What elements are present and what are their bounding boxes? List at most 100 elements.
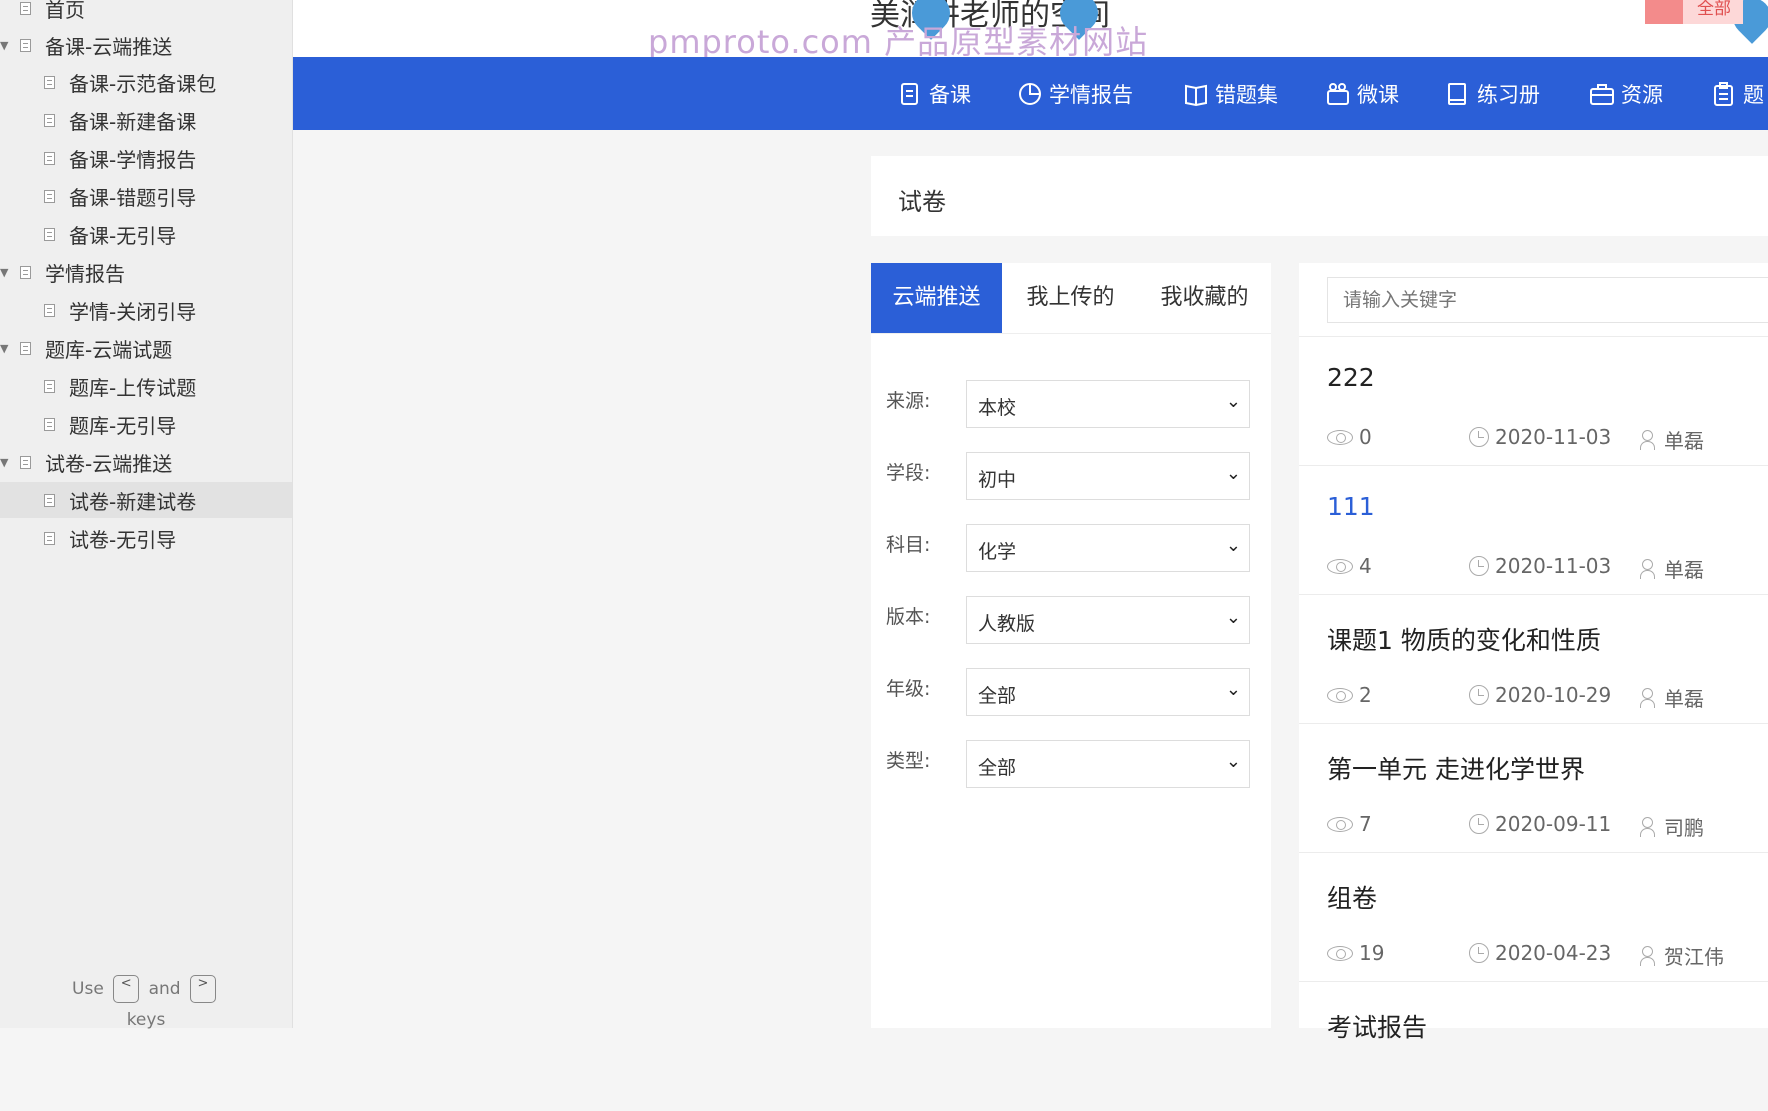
sidebar-item-prep-cloud[interactable]: ▼ 备课-云端推送 (0, 27, 292, 63)
filter-edition: 版本: 人教版 ⌄ (871, 596, 1271, 646)
tab-my-uploads[interactable]: 我上传的 (1005, 263, 1136, 333)
expand-arrow-icon[interactable]: ▼ (0, 342, 8, 355)
sidebar-item-study-report[interactable]: ▼ 学情报告 (0, 254, 292, 290)
eye-icon (1327, 816, 1353, 832)
view-count-value: 2 (1359, 683, 1372, 707)
nav-item-microlesson[interactable]: 微课 (1325, 57, 1399, 130)
sidebar-item-study-close[interactable]: 学情-关闭引导 (0, 292, 292, 328)
subject-select[interactable]: 化学 ⌄ (966, 524, 1250, 572)
view-count-value: 19 (1359, 941, 1385, 965)
item-title[interactable]: 222 (1327, 363, 1375, 392)
sidebar-item-label: 题库-云端试题 (45, 337, 173, 362)
eye-icon (1327, 558, 1353, 574)
sidebar-item-prep-demo[interactable]: 备课-示范备课包 (0, 64, 292, 100)
sidebar-item-label: 首页 (45, 0, 85, 22)
nav-item-prep[interactable]: 备课 (897, 57, 971, 130)
sidebar-item-prep-noguide[interactable]: 备课-无引导 (0, 216, 292, 252)
item-title[interactable]: 组卷 (1327, 879, 1377, 915)
sidebar-item-prep-errors[interactable]: 备课-错题引导 (0, 178, 292, 214)
hint-text: Use (72, 979, 104, 999)
hint-text: keys (126, 1010, 166, 1030)
main-nav: 备课 学情报告 错题集 微课 练习册 资源 题 (293, 57, 1768, 130)
item-title[interactable]: 课题1 物质的变化和性质 (1327, 621, 1601, 657)
chevron-down-icon: ⌄ (1225, 679, 1241, 700)
clock-icon (1469, 427, 1489, 447)
prev-key-icon: < (113, 975, 140, 1003)
page-icon (20, 341, 31, 355)
sidebar-item-paper-noguide[interactable]: 试卷-无引导 (0, 520, 292, 556)
sidebar-item-label: 备课-无引导 (69, 223, 177, 248)
list-item[interactable]: 课题1 物质的变化和性质 2 2020-10-29 单磊 (1299, 594, 1768, 724)
item-title[interactable]: 111 (1327, 492, 1375, 521)
content-header: 试卷 (871, 156, 1768, 236)
date: 2020-11-03 (1469, 425, 1611, 449)
date-value: 2020-04-23 (1495, 941, 1612, 965)
grade-select[interactable]: 全部 ⌄ (966, 668, 1250, 716)
author-value: 单磊 (1664, 429, 1704, 453)
page-icon (44, 113, 55, 127)
tab-cloud-push[interactable]: 云端推送 (871, 263, 1002, 333)
source-select[interactable]: 本校 ⌄ (966, 380, 1250, 428)
type-select[interactable]: 全部 ⌄ (966, 740, 1250, 788)
item-title[interactable]: 第一单元 走进化学世界 (1327, 750, 1585, 786)
sidebar-item-paper-cloud[interactable]: ▼ 试卷-云端推送 (0, 444, 292, 480)
nav-item-resources[interactable]: 资源 (1589, 57, 1663, 130)
author: 单磊 (1640, 425, 1704, 454)
filter-label: 来源: (886, 390, 931, 412)
sidebar-item-prep-report[interactable]: 备课-学情报告 (0, 140, 292, 176)
sidebar-item-bank-cloud[interactable]: ▼ 题库-云端试题 (0, 330, 292, 366)
page-icon (44, 303, 55, 317)
filter-type: 类型: 全部 ⌄ (871, 740, 1271, 790)
view-count: 2 (1327, 683, 1372, 707)
list-item[interactable]: 111 4 2020-11-03 单磊 (1299, 465, 1768, 595)
sidebar-item-home[interactable]: 首页 (0, 0, 292, 26)
list-item[interactable]: 组卷 19 2020-04-23 贺江伟 (1299, 852, 1768, 982)
stage-select[interactable]: 初中 ⌄ (966, 452, 1250, 500)
tab-my-favorites[interactable]: 我收藏的 (1139, 263, 1270, 333)
nav-item-workbook[interactable]: 练习册 (1445, 57, 1540, 130)
select-value: 初中 (978, 469, 1017, 491)
filter-label: 学段: (886, 462, 931, 484)
select-value: 本校 (978, 397, 1017, 419)
page-icon (20, 455, 31, 469)
nav-item-errors[interactable]: 错题集 (1183, 57, 1278, 130)
nav-item-questions[interactable]: 题 (1711, 57, 1764, 130)
list-item[interactable]: 222 0 2020-11-03 单磊 (1299, 336, 1768, 466)
filter-subject: 科目: 化学 ⌄ (871, 524, 1271, 574)
nav-item-report[interactable]: 学情报告 (1017, 57, 1133, 130)
sidebar-item-bank-noguide[interactable]: 题库-无引导 (0, 406, 292, 442)
sidebar-item-bank-upload[interactable]: 题库-上传试题 (0, 368, 292, 404)
page-icon (44, 379, 55, 393)
item-title[interactable]: 考试报告 (1327, 1008, 1427, 1044)
clock-icon (1469, 943, 1489, 963)
sidebar-item-paper-new[interactable]: 试卷-新建试卷 (0, 482, 292, 518)
sidebar-item-prep-new[interactable]: 备课-新建备课 (0, 102, 292, 138)
page-icon (20, 265, 31, 279)
search-input[interactable] (1327, 277, 1768, 323)
expand-arrow-icon[interactable]: ▼ (0, 456, 8, 469)
edition-select[interactable]: 人教版 ⌄ (966, 596, 1250, 644)
expand-arrow-icon[interactable]: ▼ (0, 266, 8, 279)
clock-icon (1469, 556, 1489, 576)
sidebar-item-label: 题库-无引导 (69, 413, 177, 438)
date: 2020-10-29 (1469, 683, 1611, 707)
author: 单磊 (1640, 554, 1704, 583)
page-icon (44, 531, 55, 545)
user-icon (1640, 816, 1655, 837)
scope-label[interactable]: 全部 (1683, 0, 1743, 24)
sidebar-item-label: 备课-错题引导 (69, 185, 197, 210)
author-value: 司鹏 (1664, 816, 1704, 840)
sidebar-item-label: 备课-云端推送 (45, 34, 173, 59)
date-value: 2020-10-29 (1495, 683, 1612, 707)
list-item[interactable]: 考试报告 (1299, 981, 1768, 1111)
sidebar-item-label: 学情-关闭引导 (69, 299, 197, 324)
page-icon (44, 189, 55, 203)
expand-arrow-icon[interactable]: ▼ (0, 39, 8, 52)
chevron-down-icon: ⌄ (1225, 391, 1241, 412)
view-count: 4 (1327, 554, 1372, 578)
chevron-down-icon: ⌄ (1225, 607, 1241, 628)
view-count-value: 7 (1359, 812, 1372, 836)
next-key-icon: > (189, 975, 216, 1003)
list-item[interactable]: 第一单元 走进化学世界 7 2020-09-11 司鹏 (1299, 723, 1768, 853)
flag-icon[interactable] (1645, 0, 1683, 24)
